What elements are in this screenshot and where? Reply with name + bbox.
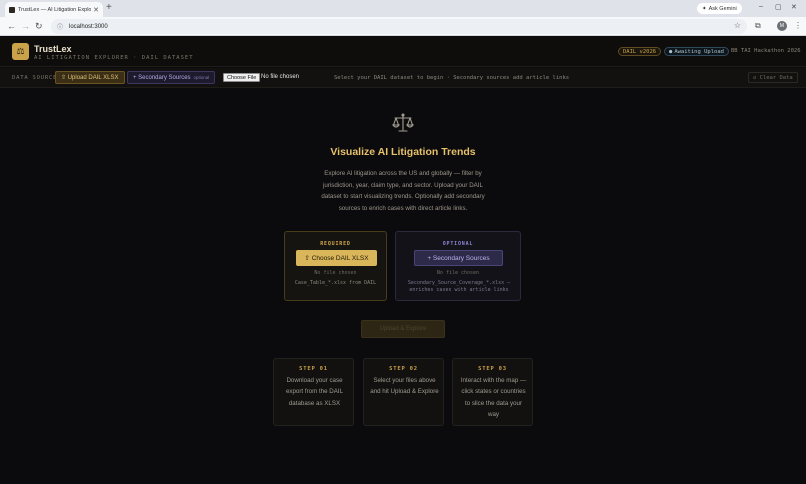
sparkle-icon: ✦ <box>702 5 707 12</box>
bookmark-star-icon[interactable]: ☆ <box>734 21 741 30</box>
scales-of-justice-icon <box>392 113 414 132</box>
browser-tabstrip: TrustLex — AI Litigation Explor... ✕ + ✦… <box>0 0 806 17</box>
brand-name: TrustLex <box>34 44 72 54</box>
new-tab-icon[interactable]: + <box>106 3 112 13</box>
browser-tab[interactable]: TrustLex — AI Litigation Explor... ✕ <box>5 2 103 17</box>
page-description: Explore AI litigation across the US and … <box>321 170 485 212</box>
step-text: Select your files above and hit Upload &… <box>370 377 439 396</box>
status-badge: ● Awaiting Upload <box>664 47 729 56</box>
step-text: Interact with the map — click states or … <box>460 377 527 418</box>
close-window-icon[interactable]: ✕ <box>791 3 797 11</box>
optional-upload-card: OPTIONAL + Secondary Sources No file cho… <box>395 231 521 301</box>
browser-toolbar: ← → ↻ ⓘ localhost:3000 ☆ ⧉ M ⋮ <box>0 17 806 36</box>
choose-secondary-button[interactable]: + Secondary Sources <box>414 250 503 266</box>
profile-avatar[interactable]: M <box>777 21 787 31</box>
favicon-icon <box>9 6 15 13</box>
step-number: STEP 02 <box>389 366 418 372</box>
data-source-label: DATA SOURCE <box>12 75 58 81</box>
back-icon[interactable]: ← <box>7 21 16 31</box>
minimize-icon[interactable]: – <box>759 3 763 10</box>
brand-tagline: AI LITIGATION EXPLORER · DAIL DATASET <box>34 55 194 61</box>
maximize-icon[interactable]: ▢ <box>775 3 782 11</box>
trustlex-logo-icon: ⚖ <box>12 43 29 60</box>
required-file-status: No file chosen <box>314 270 357 276</box>
secondary-sources-button[interactable]: + Secondary Sources optional <box>127 71 216 84</box>
choose-dail-button[interactable]: ⇧ Choose DAIL XLSX <box>296 250 377 266</box>
step-number: STEP 01 <box>299 366 328 372</box>
reload-icon[interactable]: ↻ <box>35 21 43 31</box>
ask-gemini-label: Ask Gemini <box>708 5 737 12</box>
file-status-text: No file chosen <box>261 74 300 80</box>
required-upload-card: REQUIRED ⇧ Choose DAIL XLSX No file chos… <box>284 231 387 301</box>
step-number: STEP 03 <box>478 366 507 372</box>
step-text: Download your case export from the DAIL … <box>285 377 344 407</box>
menu-kebab-icon[interactable]: ⋮ <box>794 21 802 30</box>
upload-dail-button[interactable]: ⇧ Upload DAIL XLSX <box>55 71 125 84</box>
clear-data-button[interactable]: ↺ Clear Data <box>748 72 798 83</box>
url-text: localhost:3000 <box>69 23 108 30</box>
extensions-icon[interactable]: ⧉ <box>755 21 761 31</box>
page-title: Visualize AI Litigation Trends <box>330 146 476 158</box>
optional-file-status: No file chosen <box>436 270 480 276</box>
tab-title: TrustLex — AI Litigation Explor... <box>18 6 92 13</box>
optional-label: OPTIONAL <box>442 241 474 247</box>
address-bar[interactable]: ⓘ localhost:3000 ☆ <box>51 19 747 34</box>
choose-file-button[interactable]: Choose File <box>223 73 261 82</box>
source-hint: Select your DAIL dataset to begin · Seco… <box>334 75 570 81</box>
status-dot-icon: ● <box>669 48 673 55</box>
version-badge: DAIL v2026 <box>618 47 662 56</box>
optional-tag: optional <box>193 75 210 80</box>
forward-icon[interactable]: → <box>21 21 30 31</box>
required-label: REQUIRED <box>320 241 351 247</box>
step-card: STEP 03 Interact with the map — click st… <box>452 358 533 426</box>
site-info-icon[interactable]: ⓘ <box>57 22 63 31</box>
status-badge-text: Awaiting Upload <box>674 48 724 55</box>
optional-file-hint: Secondary_Source_Coverage_*.xlsx — enric… <box>407 280 511 293</box>
step-card: STEP 01 Download your case export from t… <box>273 358 354 426</box>
event-label: BB TAI Hackathon 2026 <box>731 48 801 54</box>
close-tab-icon[interactable]: ✕ <box>93 6 99 14</box>
ask-gemini-button[interactable]: ✦ Ask Gemini <box>697 3 742 14</box>
required-file-hint: Case_Table_*.xlsx from DAIL <box>294 280 377 286</box>
upload-explore-button[interactable]: Upload & Explore <box>361 320 445 338</box>
secondary-sources-label: + Secondary Sources <box>133 74 191 81</box>
step-card: STEP 02 Select your files above and hit … <box>363 358 444 426</box>
